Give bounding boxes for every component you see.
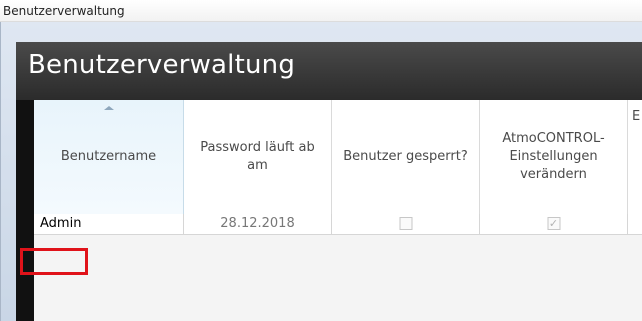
cell-username[interactable]: Admin bbox=[34, 214, 184, 234]
cell-atmocontrol-settings: ✓ bbox=[480, 214, 628, 234]
column-header-username[interactable]: Benutzername bbox=[34, 100, 184, 214]
table-row[interactable]: Admin 28.12.2018 ✓ bbox=[34, 214, 642, 235]
window-frame: Benutzerverwaltung Benutzername Password… bbox=[0, 22, 642, 321]
panel-title: Benutzerverwaltung bbox=[28, 50, 296, 80]
column-header-truncated[interactable]: E bbox=[628, 100, 642, 214]
highlight-box bbox=[20, 248, 88, 275]
user-locked-checkbox[interactable] bbox=[399, 217, 412, 230]
column-header-password-expiry[interactable]: Password läuft ab am bbox=[184, 100, 332, 214]
user-management-panel: Benutzerverwaltung Benutzername Password… bbox=[16, 42, 642, 321]
column-label-user-locked: Benutzer gesperrt? bbox=[343, 149, 468, 164]
column-label-atmocontrol-settings: AtmoCONTROL-Einstellungen verändern bbox=[502, 131, 605, 182]
sort-ascending-icon bbox=[103, 106, 114, 110]
cell-user-locked bbox=[332, 214, 480, 234]
table-header: Benutzername Password läuft ab am Benutz… bbox=[34, 100, 642, 215]
column-header-atmocontrol-settings[interactable]: AtmoCONTROL-Einstellungen verändern bbox=[480, 100, 628, 214]
column-label-truncated: E bbox=[632, 109, 641, 124]
cell-password-expiry: 28.12.2018 bbox=[184, 214, 332, 234]
user-table: Benutzername Password läuft ab am Benutz… bbox=[26, 100, 642, 321]
cell-truncated bbox=[628, 214, 642, 234]
change-settings-checkbox[interactable]: ✓ bbox=[547, 217, 560, 230]
column-label-username: Benutzername bbox=[60, 149, 157, 164]
panel-header: Benutzerverwaltung bbox=[16, 42, 642, 100]
column-header-user-locked[interactable]: Benutzer gesperrt? bbox=[332, 100, 480, 214]
column-label-password-expiry: Password läuft ab am bbox=[200, 140, 315, 173]
window-title: Benutzerverwaltung bbox=[0, 0, 642, 22]
